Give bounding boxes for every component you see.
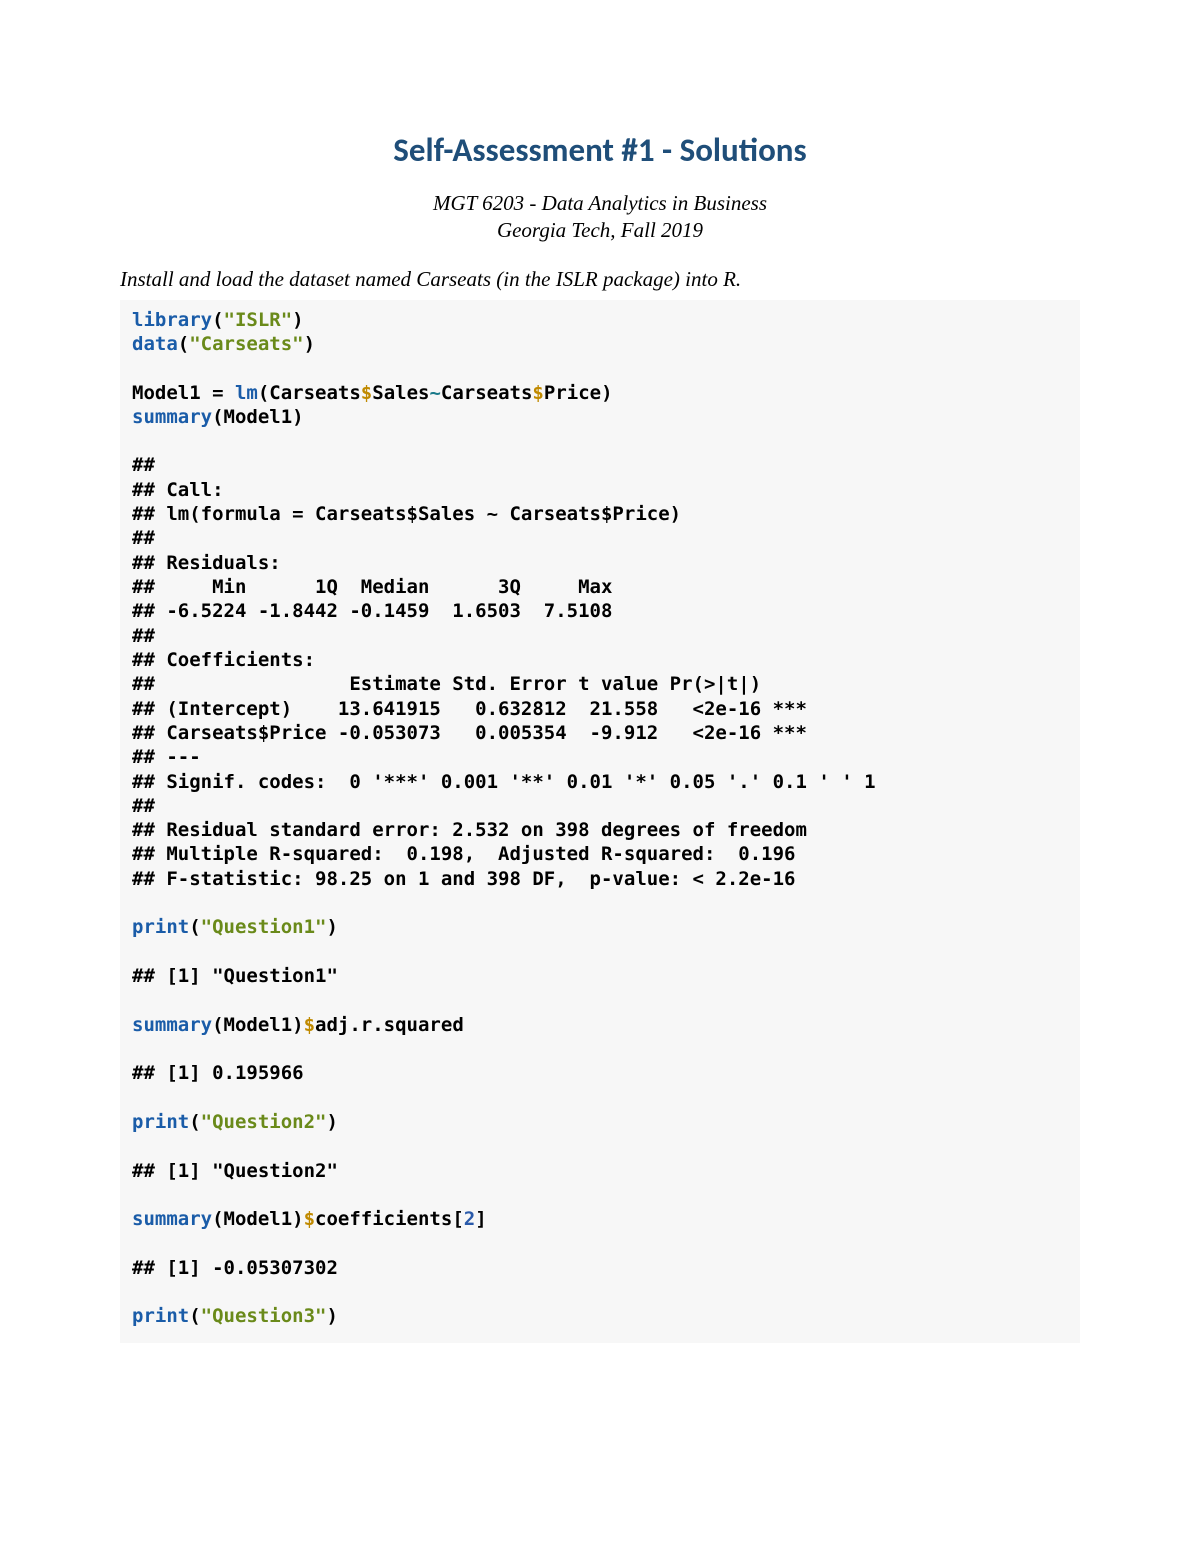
paren: ( — [189, 1111, 200, 1133]
output-line: ## [1] "Question1" — [132, 965, 338, 987]
paren: ( — [189, 916, 200, 938]
dollar-op: $ — [532, 382, 543, 404]
output-line: ## — [132, 795, 155, 817]
dollar-op: $ — [304, 1014, 315, 1036]
r-fn-summary: summary — [132, 1014, 212, 1036]
output-line: ## — [132, 454, 155, 476]
paren: ( — [178, 333, 189, 355]
var-price: Price) — [544, 382, 613, 404]
coefficients: coefficients[ — [315, 1208, 464, 1230]
var-sales: Sales — [372, 382, 429, 404]
lm-arg: (Carseats — [258, 382, 361, 404]
assign-model1: Model1 = — [132, 382, 235, 404]
summary-arg: (Model1) — [212, 406, 304, 428]
output-line: ## [1] 0.195966 — [132, 1062, 304, 1084]
course-subtitle: MGT 6203 - Data Analytics in Business Ge… — [120, 190, 1080, 245]
output-line: ## [1] "Question2" — [132, 1160, 338, 1182]
paren: ) — [327, 1111, 338, 1133]
output-line: ## Min 1Q Median 3Q Max — [132, 576, 624, 598]
output-line: ## -6.5224 -1.8442 -0.1459 1.6503 7.5108 — [132, 600, 624, 622]
r-fn-summary: summary — [132, 1208, 212, 1230]
r-fn-print: print — [132, 1111, 189, 1133]
instruction-text: Install and load the dataset named Carse… — [120, 267, 1080, 292]
r-fn-lm: lm — [235, 382, 258, 404]
adj-r-squared: adj.r.squared — [315, 1014, 464, 1036]
string-q2: "Question2" — [201, 1111, 327, 1133]
output-line: ## [1] -0.05307302 — [132, 1257, 338, 1279]
string-islr: "ISLR" — [224, 309, 293, 331]
paren: ) — [292, 309, 303, 331]
output-line: ## --- — [132, 746, 201, 768]
output-line: ## Multiple R-squared: 0.198, Adjusted R… — [132, 843, 807, 865]
dollar-op: $ — [304, 1208, 315, 1230]
paren: ( — [189, 1305, 200, 1327]
paren: ( — [212, 309, 223, 331]
index-two: 2 — [464, 1208, 475, 1230]
output-line: ## Signif. codes: 0 '***' 0.001 '**' 0.0… — [132, 771, 876, 793]
string-carseats: "Carseats" — [189, 333, 303, 355]
paren: ) — [327, 916, 338, 938]
bracket-close: ] — [475, 1208, 486, 1230]
r-fn-data: data — [132, 333, 178, 355]
output-line: ## Estimate Std. Error t value Pr(>|t|) — [132, 673, 807, 695]
output-line: ## F-statistic: 98.25 on 1 and 398 DF, p… — [132, 868, 795, 890]
paren: ) — [327, 1305, 338, 1327]
output-line: ## Coefficients: — [132, 649, 315, 671]
r-fn-library: library — [132, 309, 212, 331]
var-carseats: Carseats — [441, 382, 533, 404]
r-fn-print: print — [132, 1305, 189, 1327]
r-code-block: library("ISLR") data("Carseats") Model1 … — [120, 300, 1080, 1343]
page-title: Self-Assessment #1 - Solutions — [120, 130, 1080, 170]
output-line: ## Residual standard error: 2.532 on 398… — [132, 819, 807, 841]
school-line: Georgia Tech, Fall 2019 — [497, 218, 703, 242]
output-line: ## (Intercept) 13.641915 0.632812 21.558… — [132, 698, 807, 720]
string-q3: "Question3" — [201, 1305, 327, 1327]
document-page: Self-Assessment #1 - Solutions MGT 6203 … — [0, 0, 1200, 1423]
output-line: ## Carseats$Price -0.053073 0.005354 -9.… — [132, 722, 807, 744]
summary-arg: (Model1) — [212, 1208, 304, 1230]
output-line: ## — [132, 527, 155, 549]
output-line: ## — [132, 625, 155, 647]
r-fn-summary: summary — [132, 406, 212, 428]
output-line: ## Call: — [132, 479, 224, 501]
tilde-op: ~ — [429, 382, 440, 404]
summary-arg: (Model1) — [212, 1014, 304, 1036]
output-line: ## lm(formula = Carseats$Sales ~ Carseat… — [132, 503, 681, 525]
paren: ) — [304, 333, 315, 355]
dollar-op: $ — [361, 382, 372, 404]
r-fn-print: print — [132, 916, 189, 938]
course-line: MGT 6203 - Data Analytics in Business — [433, 191, 767, 215]
string-q1: "Question1" — [201, 916, 327, 938]
output-line: ## Residuals: — [132, 552, 281, 574]
